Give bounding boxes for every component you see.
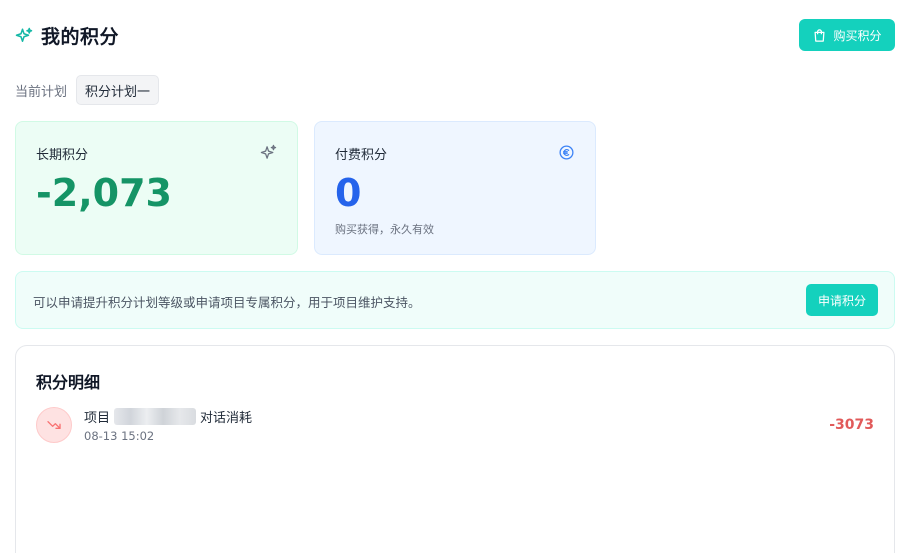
long-term-points-label: 长期积分 xyxy=(36,148,89,163)
redacted-project-name xyxy=(114,408,197,425)
current-plan-row: 当前计划 积分计划一 xyxy=(15,75,160,105)
record-desc-suffix: 对话消耗 xyxy=(200,411,253,426)
paid-points-card: 付费积分 0 购买获得，永久有效 xyxy=(314,121,596,255)
trending-down-icon xyxy=(36,407,72,443)
coin-icon xyxy=(558,144,575,161)
points-detail-title: 积分明细 xyxy=(36,373,101,392)
current-plan-label: 当前计划 xyxy=(15,84,68,100)
paid-points-label: 付费积分 xyxy=(335,148,388,163)
record-description: 项目 对话消耗 xyxy=(84,407,252,426)
paid-points-value: 0 xyxy=(335,171,362,215)
page-title: 我的积分 xyxy=(41,26,120,48)
apply-notice-banner: 可以申请提升积分计划等级或申请项目专属积分，用于项目维护支持。 申请积分 xyxy=(15,271,895,329)
page-header: 我的积分 购买积分 xyxy=(15,18,895,52)
sparkle-icon xyxy=(260,144,277,161)
title-group: 我的积分 xyxy=(15,22,119,49)
paid-points-subtext: 购买获得，永久有效 xyxy=(335,223,434,236)
record-time: 08-13 15:02 xyxy=(84,429,155,443)
record-desc-prefix: 项目 xyxy=(84,411,111,426)
long-term-points-value: -2,073 xyxy=(36,171,172,215)
apply-points-button[interactable]: 申请积分 xyxy=(806,284,878,316)
shopping-bag-icon xyxy=(814,28,825,42)
long-term-points-card: 长期积分 -2,073 xyxy=(15,121,298,255)
buy-points-button[interactable]: 购买积分 xyxy=(799,19,895,51)
sparkle-icon xyxy=(15,27,33,45)
notice-text: 可以申请提升积分计划等级或申请项目专属积分，用于项目维护支持。 xyxy=(33,295,421,310)
current-plan-tag: 积分计划一 xyxy=(76,75,160,105)
buy-points-label: 购买积分 xyxy=(833,28,882,43)
points-detail-panel: 积分明细 项目 对话消耗 08-13 15:02 -3073 xyxy=(15,345,895,553)
list-item: 项目 对话消耗 08-13 15:02 -3073 xyxy=(36,406,874,446)
record-amount: -3073 xyxy=(829,417,874,433)
